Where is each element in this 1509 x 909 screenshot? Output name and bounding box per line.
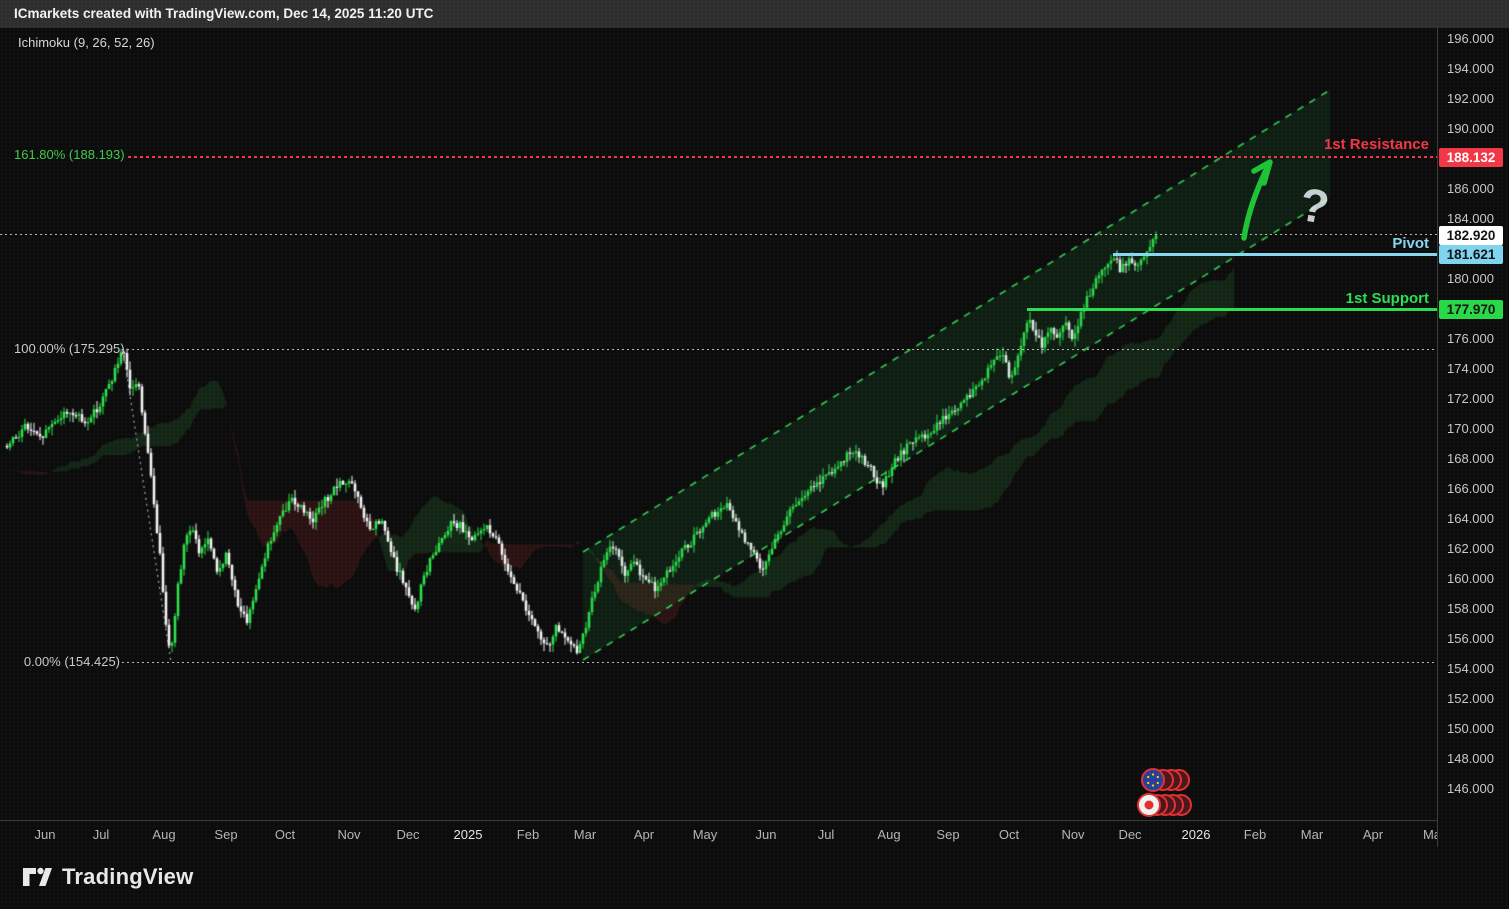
support-label: 1st Support (1346, 290, 1429, 307)
time-axis-label: Mar (553, 827, 617, 842)
fib-0-label: 0.00% (154.425) (14, 654, 120, 669)
price-tick-label: 164.000 (1447, 511, 1494, 526)
price-tick-label: 152.000 (1447, 691, 1494, 706)
fib-0-line[interactable] (122, 662, 1437, 663)
price-chart-canvas[interactable] (0, 0, 1509, 909)
time-axis-label: Jun (734, 827, 798, 842)
time-axis-label: Feb (496, 827, 560, 842)
bottom-bar: TradingView (0, 847, 1509, 909)
time-axis-label: Nov (1041, 827, 1105, 842)
current-price-badge: 182.920 (1439, 226, 1503, 245)
price-tick-label: 150.000 (1447, 721, 1494, 736)
pivot-line[interactable] (1113, 253, 1437, 256)
price-tick-label: 146.000 (1447, 781, 1494, 796)
time-axis-label: Sep (916, 827, 980, 842)
time-axis-label: Jul (69, 827, 133, 842)
time-axis-label: Aug (857, 827, 921, 842)
time-axis-label: Ma (1400, 827, 1437, 842)
tradingview-logo[interactable]: TradingView (22, 863, 193, 891)
tradingview-logo-icon (22, 863, 52, 891)
time-axis-label: Aug (132, 827, 196, 842)
time-axis-label: Jun (13, 827, 77, 842)
time-axis-label: Nov (317, 827, 381, 842)
price-tick-label: 192.000 (1447, 91, 1494, 106)
current-price-line (0, 234, 1437, 235)
fib-161-label: 161.80% (188.193) (14, 147, 120, 162)
price-tick-label: 160.000 (1447, 571, 1494, 586)
price-tick-label: 180.000 (1447, 271, 1494, 286)
time-axis-label: Jul (794, 827, 858, 842)
price-tick-label: 172.000 (1447, 391, 1494, 406)
up-arrow-annotation[interactable] (1230, 150, 1290, 252)
price-tick-label: 174.000 (1447, 361, 1494, 376)
time-axis-label: May (673, 827, 737, 842)
support-price-badge: 177.970 (1439, 300, 1503, 319)
economic-event-icon-eu[interactable] (1140, 766, 1192, 794)
time-axis-label: 2025 (436, 827, 500, 842)
price-tick-label: 190.000 (1447, 121, 1494, 136)
price-tick-label: 184.000 (1447, 211, 1494, 226)
pivot-price-badge: 181.621 (1439, 245, 1503, 264)
tradingview-chart-window: ICmarkets created with TradingView.com, … (0, 0, 1509, 909)
time-axis-label: Apr (1341, 827, 1405, 842)
economic-event-icon-jp[interactable] (1136, 791, 1194, 819)
price-tick-label: 154.000 (1447, 661, 1494, 676)
price-tick-label: 148.000 (1447, 751, 1494, 766)
indicator-legend[interactable]: Ichimoku (9, 26, 52, 26) (18, 35, 155, 50)
pivot-label: Pivot (1392, 235, 1429, 252)
price-tick-label: 170.000 (1447, 421, 1494, 436)
time-axis-label: Sep (194, 827, 258, 842)
time-axis-label: 2026 (1164, 827, 1228, 842)
time-axis-label: Dec (376, 827, 440, 842)
time-axis-label: Dec (1098, 827, 1162, 842)
time-axis-label: Oct (977, 827, 1041, 842)
time-axis[interactable]: JunJulAugSepOctNovDec2025FebMarAprMayJun… (0, 820, 1437, 848)
time-axis-label: Feb (1223, 827, 1287, 842)
resistance-price-badge: 188.132 (1439, 148, 1503, 167)
time-axis-label: Apr (612, 827, 676, 842)
price-tick-label: 194.000 (1447, 61, 1494, 76)
support-line[interactable] (1027, 308, 1437, 311)
watermark-text: ICmarkets created with TradingView.com, … (14, 6, 433, 21)
price-tick-label: 196.000 (1447, 31, 1494, 46)
resistance-label: 1st Resistance (1324, 136, 1429, 153)
price-tick-label: 158.000 (1447, 601, 1494, 616)
price-tick-label: 156.000 (1447, 631, 1494, 646)
price-tick-label: 186.000 (1447, 181, 1494, 196)
price-tick-label: 176.000 (1447, 331, 1494, 346)
fib-100-line[interactable] (122, 349, 1437, 350)
time-axis-label: Oct (253, 827, 317, 842)
tradingview-logo-text: TradingView (62, 864, 193, 890)
price-tick-label: 166.000 (1447, 481, 1494, 496)
price-tick-label: 162.000 (1447, 541, 1494, 556)
watermark-header: ICmarkets created with TradingView.com, … (0, 0, 1509, 28)
time-axis-label: Mar (1280, 827, 1344, 842)
price-tick-label: 168.000 (1447, 451, 1494, 466)
fib-100-label: 100.00% (175.295) (14, 341, 120, 356)
